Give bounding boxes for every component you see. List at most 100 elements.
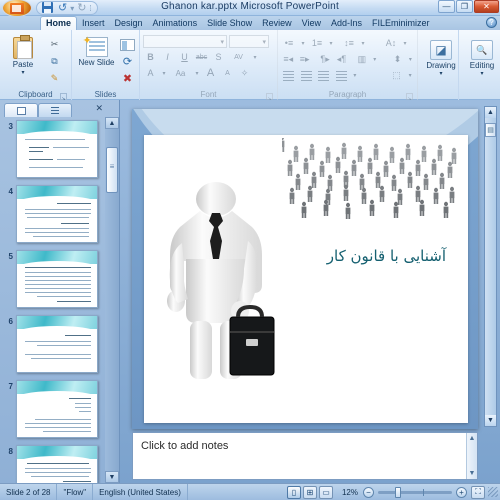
close-button[interactable]: ✕ — [474, 0, 499, 13]
bullets-arrow[interactable]: ▾ — [299, 36, 307, 50]
slide-title-text[interactable]: آشنایی با قانون کار — [327, 247, 446, 265]
italic-button[interactable]: I — [160, 50, 175, 64]
minimize-button[interactable]: — — [438, 0, 455, 13]
zoom-in-button[interactable]: + — [456, 486, 467, 498]
thumbnail-list[interactable]: 3 4 5 6 7 8 — [0, 117, 105, 483]
slide-thumbnail[interactable] — [16, 250, 98, 308]
convert-to-smartart-button[interactable]: ⬚ — [389, 68, 405, 82]
slide-thumbnail[interactable] — [16, 380, 98, 438]
text-direction-button[interactable]: A↕ — [383, 36, 399, 50]
zoom-out-button[interactable]: − — [363, 486, 374, 498]
slide-show-view-button[interactable]: ▭ — [318, 485, 333, 499]
delete-slide-button[interactable]: ✖ — [119, 71, 136, 86]
tab-slide-show[interactable]: Slide Show — [202, 17, 257, 30]
increase-indent-button[interactable]: ≡▸ — [297, 52, 311, 66]
align-text-arrow[interactable]: ▾ — [407, 52, 414, 66]
shrink-font-button[interactable]: A — [220, 66, 235, 80]
tab-design[interactable]: Design — [110, 17, 148, 30]
slide-sorter-view-button[interactable]: ⊞ — [302, 485, 317, 499]
slide-thumbnail[interactable] — [16, 185, 98, 243]
tab-insert[interactable]: Insert — [77, 17, 110, 30]
line-spacing-button[interactable]: ↕≡ — [341, 36, 357, 50]
underline-button[interactable]: U — [177, 50, 192, 64]
drawing-arrow[interactable]: ▾ — [439, 70, 442, 77]
ltr-button[interactable]: ¶▸ — [318, 52, 332, 66]
theme-name[interactable]: "Flow" — [57, 483, 94, 500]
slide-counter[interactable]: Slide 2 of 28 — [0, 483, 58, 500]
tab-add-ins[interactable]: Add-Ins — [326, 17, 367, 30]
columns-arrow[interactable]: ▾ — [371, 52, 378, 66]
character-spacing-button[interactable]: AV — [228, 50, 249, 64]
tab-review[interactable]: Review — [257, 17, 297, 30]
ribbon-group-editing[interactable]: 🔍 Editing ▾ — [459, 30, 500, 100]
scrollbar-thumb[interactable] — [106, 147, 118, 193]
rtl-button[interactable]: ◂¶ — [334, 52, 348, 66]
slide-scrollbar[interactable]: ▲ ▼ — [484, 106, 497, 427]
scroll-down-button[interactable]: ▼ — [105, 471, 119, 483]
slide-layout-button[interactable] — [119, 37, 136, 52]
current-slide[interactable]: آشنایی با قانون کار — [132, 109, 478, 429]
help-icon[interactable]: ? — [486, 17, 497, 28]
notes-pane[interactable]: Click to add notes ▲ ▼ — [132, 432, 478, 480]
clear-formatting-button[interactable]: ✧ — [237, 66, 252, 80]
decrease-indent-button[interactable]: ≡◂ — [281, 52, 295, 66]
tab-animations[interactable]: Animations — [148, 17, 203, 30]
slide-thumbnail[interactable] — [16, 445, 98, 483]
font-dialog-launcher[interactable]: ↘ — [266, 93, 273, 102]
list-item[interactable]: 6 — [0, 315, 105, 373]
zoom-level-label[interactable]: 12% — [337, 488, 363, 497]
close-pane-icon[interactable]: ✕ — [95, 103, 103, 114]
list-item[interactable]: 3 — [0, 120, 105, 178]
slide-thumbnail[interactable] — [16, 315, 98, 373]
slide-scroll-up-button[interactable]: ▲ — [485, 107, 496, 118]
strikethrough-button[interactable]: abc — [194, 50, 209, 64]
bold-button[interactable]: B — [143, 50, 158, 64]
list-item[interactable]: 8 — [0, 445, 105, 483]
slide-scrollbar-thumb[interactable] — [485, 123, 496, 137]
change-case-arrow[interactable]: ▾ — [193, 66, 201, 80]
zoom-slider[interactable]: − + — [363, 486, 471, 498]
list-item[interactable]: 7 — [0, 380, 105, 438]
bullets-button[interactable]: •≡ — [281, 36, 297, 50]
copy-button[interactable]: ⧉ — [46, 54, 63, 69]
format-painter-button[interactable]: ✎ — [46, 71, 63, 86]
list-item[interactable]: 5 — [0, 250, 105, 308]
font-size-combobox[interactable]: ▾ — [229, 35, 269, 48]
drawing-collapsed-button[interactable]: ◪ Drawing ▾ — [421, 32, 461, 77]
columns-button[interactable]: ▥ — [355, 52, 369, 66]
slide-scroll-down-button[interactable]: ▼ — [485, 415, 496, 426]
align-center-button[interactable] — [299, 68, 315, 82]
slide-content-area[interactable]: آشنایی با قانون کار — [144, 135, 468, 423]
tab-slides-thumbnails[interactable] — [4, 103, 38, 117]
reset-slide-button[interactable]: ⟳ — [119, 54, 136, 69]
notes-scroll-down-button[interactable]: ▼ — [467, 468, 477, 479]
ribbon-group-drawing[interactable]: ◪ Drawing ▾ — [418, 30, 459, 100]
normal-view-button[interactable]: ▯ — [286, 485, 301, 499]
line-spacing-arrow[interactable]: ▾ — [359, 36, 367, 50]
scroll-up-button[interactable]: ▲ — [105, 117, 119, 129]
change-case-button[interactable]: Aa — [170, 66, 191, 80]
numbering-arrow[interactable]: ▾ — [327, 36, 335, 50]
language-indicator[interactable]: English (United States) — [93, 483, 188, 500]
thumbnail-scrollbar[interactable]: ▲ ▼ — [105, 117, 119, 483]
list-item[interactable]: 4 — [0, 185, 105, 243]
paragraph-dialog-launcher[interactable]: ↘ — [406, 93, 413, 102]
slide-thumbnail[interactable] — [16, 120, 98, 178]
notes-scroll-up-button[interactable]: ▲ — [467, 433, 477, 444]
notes-scrollbar[interactable]: ▲ ▼ — [466, 433, 477, 479]
align-arrow[interactable]: ▾ — [351, 68, 359, 82]
tab-view[interactable]: View — [297, 17, 326, 30]
paste-button[interactable]: Paste ▾ — [3, 34, 43, 76]
zoom-slider-track[interactable] — [378, 486, 452, 498]
fit-to-window-button[interactable]: ⛶ — [471, 485, 485, 499]
restore-button[interactable]: ❐ — [456, 0, 473, 13]
numbering-button[interactable]: 1≡ — [309, 36, 325, 50]
resize-grip[interactable] — [488, 487, 498, 497]
text-shadow-button[interactable]: S — [211, 50, 226, 64]
font-color-arrow[interactable]: ▾ — [160, 66, 168, 80]
tab-fileminimizer[interactable]: FILEminimizer — [367, 17, 435, 30]
cut-button[interactable]: ✂ — [46, 37, 63, 52]
align-right-button[interactable] — [316, 68, 332, 82]
clipboard-dialog-launcher[interactable]: ↘ — [60, 93, 67, 102]
grow-font-button[interactable]: A — [203, 66, 218, 80]
